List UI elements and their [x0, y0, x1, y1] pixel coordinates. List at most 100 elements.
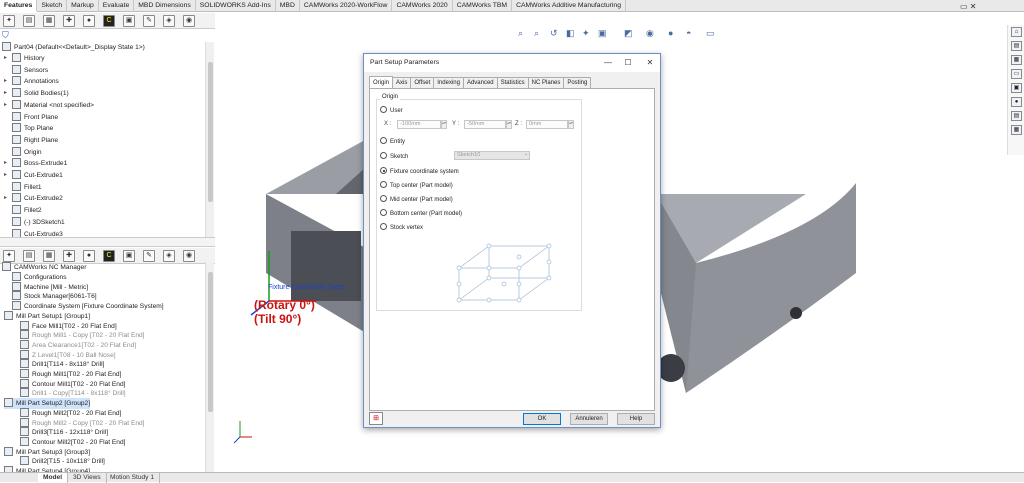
resources-icon[interactable]: ⌂ — [1011, 27, 1022, 37]
tab-7[interactable]: CAMWorks 2020-WorkFlow — [300, 0, 393, 12]
x-spinner[interactable]: ▴▾ — [441, 120, 447, 129]
expand-arrow-icon[interactable]: ▸ — [4, 193, 7, 204]
radio-entity[interactable]: Entity — [380, 137, 405, 146]
radio-circle[interactable] — [380, 195, 387, 202]
x-input[interactable]: -100mm — [397, 120, 441, 129]
tree-item[interactable]: Boss-Extrude1 ▸ — [4, 158, 67, 169]
scene-icon[interactable]: ◓ — [686, 28, 691, 38]
dialog-tab-5[interactable]: Statistics — [496, 77, 529, 88]
dimxpert-icon[interactable]: ✚ — [63, 15, 75, 27]
tree-item[interactable]: Cut-Extrude2 ▸ — [4, 193, 63, 204]
tree-item[interactable]: Right Plane — [12, 134, 58, 146]
panel-splitter[interactable] — [0, 237, 215, 247]
feature-manager-icon[interactable]: ✦ — [3, 250, 15, 262]
hide-show-icon[interactable]: ◉ — [646, 28, 654, 39]
tree-item[interactable]: Top Plane — [12, 123, 53, 134]
dialog-tab-3[interactable]: Indexing — [433, 77, 464, 88]
tree-item[interactable]: Annotations ▸ — [4, 76, 59, 87]
forum-icon[interactable]: ▦ — [1011, 125, 1022, 135]
tree-item[interactable]: (-) 3DSketch1 — [12, 216, 65, 228]
tab-10[interactable]: CAMWorks Additive Manufacturing — [512, 0, 626, 12]
radio-circle[interactable] — [380, 223, 387, 230]
configuration-manager-icon[interactable]: ▦ — [43, 15, 55, 27]
tab-5[interactable]: SOLIDWORKS Add-Ins — [196, 0, 276, 12]
cam-operation-icon[interactable]: ◈ — [163, 15, 175, 27]
z-spinner[interactable]: ▴▾ — [568, 120, 574, 129]
y-spinner[interactable]: ▴▾ — [506, 120, 512, 129]
scrollbar-thumb[interactable] — [208, 272, 213, 412]
configuration-manager-icon[interactable]: ▦ — [43, 250, 55, 262]
previous-view-icon[interactable]: ↺ — [550, 28, 558, 39]
dialog-tab-4[interactable]: Advanced — [462, 77, 498, 88]
appearance-icon[interactable]: ● — [83, 15, 95, 27]
radio-stock-vertex[interactable]: Stock vertex — [380, 223, 423, 232]
radio-circle[interactable] — [380, 106, 387, 113]
minimize-button[interactable]: — — [598, 54, 618, 72]
radio-circle[interactable] — [380, 209, 387, 216]
tree-item[interactable]: History ▸ — [4, 53, 45, 64]
dynamic-annotation-icon[interactable]: ✦ — [582, 28, 590, 39]
tab-9[interactable]: CAMWorks TBM — [453, 0, 513, 12]
expand-arrow-icon[interactable]: ▸ — [4, 158, 7, 169]
expand-arrow-icon[interactable]: ▸ — [4, 53, 7, 64]
maximize-button[interactable]: ☐ — [618, 54, 638, 72]
radio-circle-selected[interactable] — [380, 167, 387, 174]
help-button[interactable]: Help — [617, 413, 655, 425]
radio-mid-center[interactable]: Mid center (Part model) — [380, 195, 453, 204]
property-manager-icon[interactable]: ▤ — [23, 15, 35, 27]
scrollbar-thumb[interactable] — [208, 62, 213, 202]
feature-manager-icon[interactable]: ✦ — [3, 15, 15, 27]
tab-3[interactable]: Evaluate — [99, 0, 135, 12]
tree-item[interactable]: Fillet1 — [12, 181, 42, 193]
radio-bottom-center[interactable]: Bottom center (Part model) — [380, 209, 462, 218]
radio-user[interactable]: User — [380, 106, 403, 115]
appearance-edit-icon[interactable]: ● — [668, 28, 673, 38]
camworks-icon[interactable]: C — [103, 250, 115, 262]
dialog-tab-6[interactable]: NC Planes — [527, 77, 565, 88]
radio-sketch[interactable]: Sketch — [380, 152, 408, 161]
display-style-icon[interactable]: ◩ — [624, 28, 633, 39]
tree-root[interactable]: Part04 (Default<<Default>_Display State … — [2, 42, 145, 53]
appearances-icon[interactable]: ● — [1011, 97, 1022, 107]
tab-6[interactable]: MBD — [276, 0, 300, 12]
tree-item[interactable]: Cut-Extrude3 — [12, 228, 63, 237]
custom-properties-icon[interactable]: ▤ — [1011, 111, 1022, 121]
view-palette-icon[interactable]: ▣ — [1011, 83, 1022, 93]
z-input[interactable]: 0mm — [526, 120, 568, 129]
radio-fixture[interactable]: Fixture coordinate system — [380, 167, 459, 176]
cam-tree-scrollbar[interactable] — [205, 262, 214, 472]
expand-arrow-icon[interactable]: ▸ — [4, 76, 7, 87]
camworks-help-icon[interactable]: ⊞ — [369, 412, 383, 425]
tab-2[interactable]: Markup — [67, 0, 99, 12]
sketch-select[interactable]: Sketch10 — [454, 151, 530, 160]
section-view-icon[interactable]: ◧ — [566, 28, 575, 39]
cam-tree-icon[interactable]: ▣ — [123, 250, 135, 262]
tree-item[interactable]: Material <not specified> ▸ — [4, 99, 94, 111]
radio-top-center[interactable]: Top center (Part model) — [380, 181, 453, 190]
dialog-tab-2[interactable]: Offset — [410, 77, 435, 88]
design-library-icon[interactable]: ▤ — [1011, 41, 1022, 51]
view-orientation-icon[interactable]: ▣ — [598, 28, 607, 39]
tab-8[interactable]: CAMWorks 2020 — [392, 0, 453, 12]
camworks-icon[interactable]: C — [103, 15, 115, 27]
tree-item[interactable]: Origin — [12, 146, 42, 158]
cam-operation-icon[interactable]: ◈ — [163, 250, 175, 262]
cam-tool-tree-icon[interactable]: ✎ — [143, 15, 155, 27]
tree-item[interactable]: Cut-Extrude1 ▸ — [4, 170, 63, 181]
zoom-fit-icon[interactable]: ⌕ — [518, 28, 523, 39]
cam-toolpath-icon[interactable]: ◉ — [183, 250, 195, 262]
expand-arrow-icon[interactable]: ▸ — [4, 88, 7, 99]
expand-arrow-icon[interactable]: ▸ — [4, 170, 7, 181]
dimxpert-icon[interactable]: ✚ — [63, 250, 75, 262]
dialog-tab-1[interactable]: Axis — [392, 77, 412, 88]
tree-item[interactable]: Front Plane — [12, 111, 58, 123]
property-manager-icon[interactable]: ▤ — [23, 250, 35, 262]
expand-arrow-icon[interactable]: ▸ — [4, 100, 7, 111]
folder-icon[interactable]: ▭ — [1011, 69, 1022, 79]
feature-tree-scrollbar[interactable] — [205, 42, 214, 237]
window-controls[interactable]: ▭ ✕ — [960, 2, 976, 11]
tab-0[interactable]: Features — [0, 0, 38, 12]
filter-icon[interactable]: ⛉ — [2, 30, 12, 40]
cam-tool-tree-icon[interactable]: ✎ — [143, 250, 155, 262]
appearance-icon[interactable]: ● — [83, 250, 95, 262]
